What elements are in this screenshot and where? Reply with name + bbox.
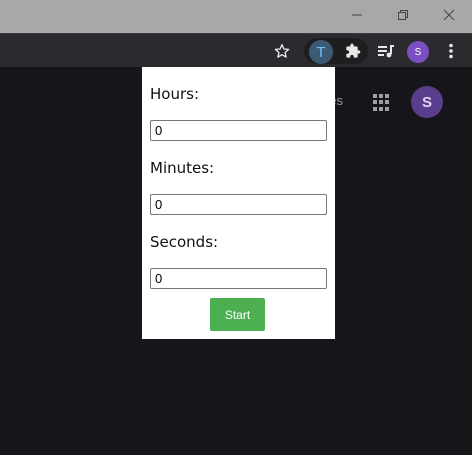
window-titlebar xyxy=(0,0,472,33)
close-icon xyxy=(443,9,455,21)
bookmark-star-button[interactable] xyxy=(270,34,294,68)
kebab-menu-icon xyxy=(449,43,453,59)
extensions-button[interactable] xyxy=(341,34,365,68)
hours-label: Hours: xyxy=(150,85,199,103)
seconds-label: Seconds: xyxy=(150,233,219,251)
minutes-label: Minutes: xyxy=(150,159,215,177)
restore-icon xyxy=(398,10,408,20)
puzzle-icon xyxy=(346,43,361,58)
profile-button[interactable]: S xyxy=(407,41,429,63)
media-queue-button[interactable] xyxy=(374,34,398,68)
apps-grid-icon[interactable] xyxy=(373,94,390,111)
hours-input[interactable] xyxy=(150,120,327,141)
minutes-input[interactable] xyxy=(150,194,327,215)
account-avatar[interactable]: S xyxy=(411,86,443,118)
minimize-icon xyxy=(352,14,362,16)
browser-toolbar: T S xyxy=(0,33,472,68)
seconds-input[interactable] xyxy=(150,268,327,289)
start-button[interactable]: Start xyxy=(210,298,265,331)
timer-popup: Hours: Minutes: Seconds: Start xyxy=(142,67,335,339)
timer-extension-button[interactable]: T xyxy=(309,40,333,64)
media-queue-icon xyxy=(378,45,394,58)
restore-button[interactable] xyxy=(380,0,426,30)
minimize-button[interactable] xyxy=(334,0,380,30)
star-icon xyxy=(274,44,290,58)
browser-menu-button[interactable] xyxy=(440,34,462,68)
close-window-button[interactable] xyxy=(426,0,472,30)
